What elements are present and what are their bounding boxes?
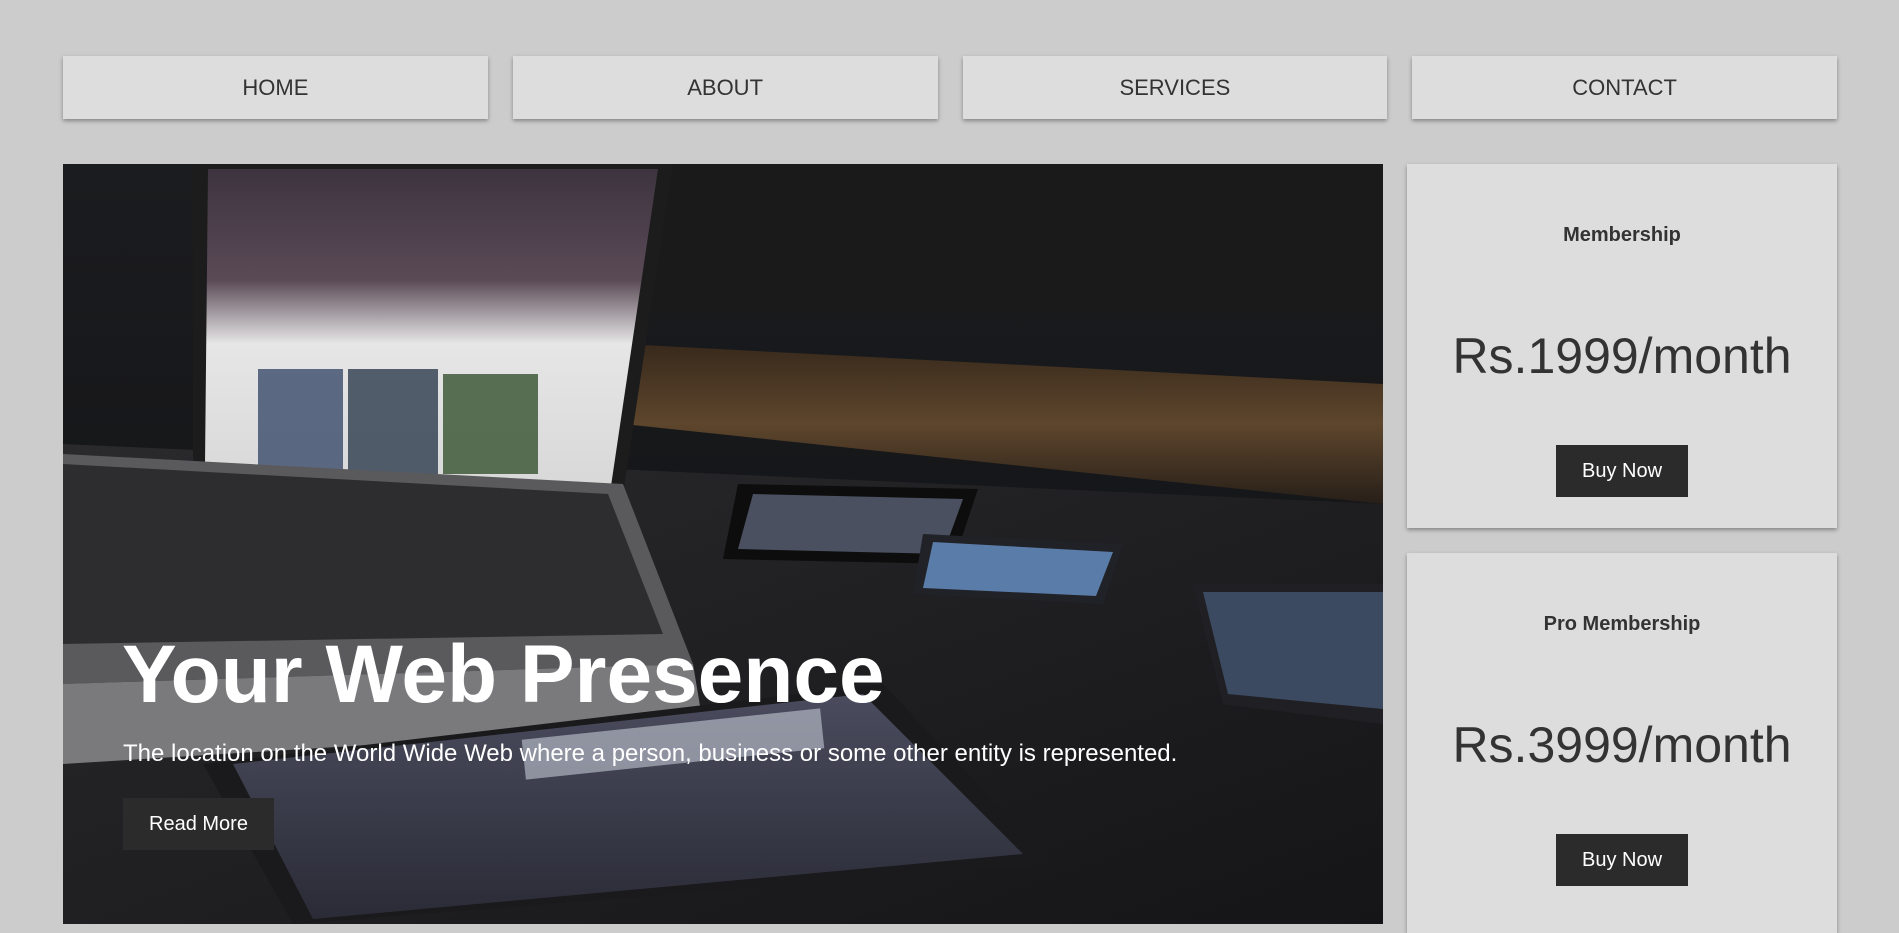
membership-title: Membership: [1563, 224, 1681, 246]
pro-membership-price: Rs.3999/month: [1452, 717, 1792, 773]
nav-about[interactable]: ABOUT: [512, 56, 938, 119]
pro-membership-card: Pro Membership Rs.3999/month Buy Now: [1407, 553, 1837, 933]
hero-title: Your Web Presence: [122, 629, 885, 720]
pro-membership-title: Pro Membership: [1543, 613, 1701, 635]
read-more-button[interactable]: Read More: [123, 798, 274, 850]
membership-buy-now-button[interactable]: Buy Now: [1556, 445, 1688, 497]
main-navigation: HOME ABOUT SERVICES CONTACT: [63, 56, 1837, 119]
membership-price: Rs.1999/month: [1452, 328, 1792, 384]
nav-home[interactable]: HOME: [63, 56, 488, 119]
nav-contact[interactable]: CONTACT: [1412, 56, 1837, 119]
hero-description: The location on the World Wide Web where…: [123, 740, 1178, 767]
hero-banner: Your Web Presence The location on the Wo…: [63, 164, 1383, 924]
nav-services[interactable]: SERVICES: [962, 56, 1388, 119]
pro-membership-buy-now-button[interactable]: Buy Now: [1556, 834, 1688, 886]
membership-card: Membership Rs.1999/month Buy Now: [1407, 164, 1837, 528]
